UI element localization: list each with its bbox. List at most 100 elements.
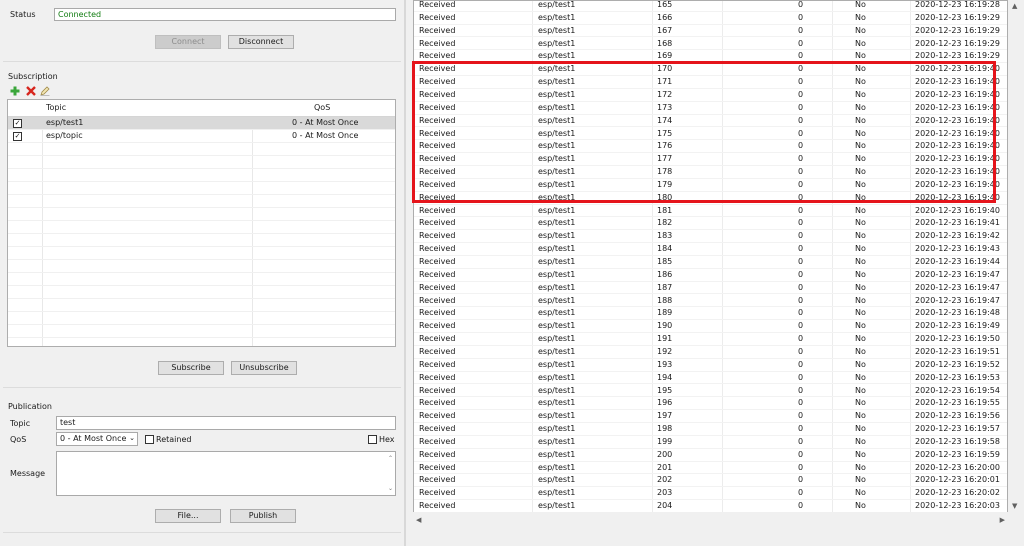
qos-cell: 0 — [798, 334, 804, 344]
delete-icon[interactable] — [26, 86, 36, 96]
subscription-table: Topic QoS ✓ esp/test1 0 - At Most Once ✓… — [7, 99, 396, 347]
retained-cell: No — [855, 488, 866, 498]
connect-button[interactable]: Connect — [155, 35, 221, 49]
direction-cell: Received — [419, 102, 456, 112]
retained-cell: No — [855, 0, 866, 9]
message-row[interactable]: Received esp/test1 202 0 No 2020-12-23 16:20:… — [414, 474, 1007, 488]
scroll-up-icon[interactable]: ▲ — [1012, 2, 1017, 10]
timestamp-cell: 2020-12-23 16:19:59 — [915, 449, 1000, 459]
retained-cell: No — [855, 462, 866, 472]
retained-cell: No — [855, 154, 866, 164]
publish-button[interactable]: Publish — [230, 509, 296, 523]
file-button[interactable]: File... — [155, 509, 221, 523]
checkbox[interactable]: ✓ — [13, 119, 22, 128]
message-row[interactable]: Received esp/test1 193 0 No 2020-12-23 16:19:… — [414, 359, 1007, 372]
timestamp-cell: 2020-12-23 16:19:52 — [915, 359, 1000, 369]
message-row[interactable]: Received esp/test1 177 0 No 2020-12-23 16:19:… — [414, 153, 1007, 166]
message-row[interactable]: Received esp/test1 190 0 No 2020-12-23 16:19:… — [414, 320, 1007, 334]
message-row[interactable]: Received esp/test1 188 0 No 2020-12-23 16:19:… — [414, 295, 1007, 308]
qos-cell: 0 — [798, 501, 804, 511]
message-row[interactable]: Received esp/test1 173 0 No 2020-12-23 16:19:… — [414, 102, 1007, 115]
qos-column-header[interactable]: QoS — [314, 102, 330, 114]
subscribe-button[interactable]: Subscribe — [158, 361, 224, 375]
message-row[interactable]: Received esp/test1 183 0 No 2020-12-23 16:19:… — [414, 230, 1007, 244]
message-id-cell: 199 — [657, 436, 673, 446]
message-row[interactable]: Received esp/test1 186 0 No 2020-12-23 16:19:… — [414, 269, 1007, 282]
message-textarea[interactable]: ⌃ ⌄ — [56, 451, 396, 496]
qos-cell: 0 — [798, 449, 804, 459]
message-id-cell: 188 — [657, 295, 673, 305]
add-icon[interactable] — [10, 86, 20, 96]
qos-cell: 0 — [798, 154, 804, 164]
message-row[interactable]: Received esp/test1 203 0 No 2020-12-23 16:20:… — [414, 487, 1007, 501]
retained-cell: No — [855, 179, 866, 189]
message-row[interactable]: Received esp/test1 195 0 No 2020-12-23 16:19:… — [414, 385, 1007, 398]
message-row[interactable]: Received esp/test1 185 0 No 2020-12-23 16:19:… — [414, 256, 1007, 269]
direction-cell: Received — [419, 77, 456, 87]
timestamp-cell: 2020-12-23 16:19:42 — [915, 231, 1000, 241]
message-row[interactable]: Received esp/test1 187 0 No 2020-12-23 16:19:… — [414, 282, 1007, 295]
message-row[interactable]: Received esp/test1 201 0 No 2020-12-23 16:20:… — [414, 462, 1007, 475]
message-row[interactable]: Received esp/test1 175 0 No 2020-12-23 16:19:… — [414, 128, 1007, 141]
message-row[interactable]: Received esp/test1 174 0 No 2020-12-23 16:19:… — [414, 115, 1007, 128]
direction-cell: Received — [419, 321, 456, 331]
edit-icon[interactable] — [40, 86, 50, 96]
vertical-scrollbar[interactable]: ▲ ▼ — [1008, 0, 1024, 512]
disconnect-button[interactable]: Disconnect — [228, 35, 294, 49]
qos-select[interactable]: 0 - At Most Once ⌄ — [56, 432, 138, 446]
message-row[interactable]: Received esp/test1 179 0 No 2020-12-23 16:19:… — [414, 179, 1007, 192]
splitter[interactable] — [404, 0, 406, 546]
timestamp-cell: 2020-12-23 16:19:29 — [915, 25, 1000, 35]
timestamp-cell: 2020-12-23 16:19:40 — [915, 128, 1000, 138]
message-row[interactable]: Received esp/test1 199 0 No 2020-12-23 16:19:… — [414, 436, 1007, 449]
divider — [3, 532, 401, 533]
message-row[interactable]: Received esp/test1 198 0 No 2020-12-23 16:19:… — [414, 423, 1007, 436]
message-row[interactable]: Received esp/test1 197 0 No 2020-12-23 16:19:… — [414, 410, 1007, 423]
message-row[interactable]: Received esp/test1 192 0 No 2020-12-23 16:19:… — [414, 346, 1007, 359]
message-row[interactable]: Received esp/test1 180 0 No 2020-12-23 16:19:… — [414, 192, 1007, 205]
checkbox[interactable]: ✓ — [13, 132, 22, 141]
subscription-topic: esp/topic — [46, 131, 83, 140]
message-row[interactable]: Received esp/test1 184 0 No 2020-12-23 16:19:… — [414, 243, 1007, 256]
topic-cell: esp/test1 — [538, 501, 576, 511]
subscription-row[interactable]: ✓ esp/test1 0 - At Most Once — [8, 117, 395, 130]
scroll-right-icon[interactable]: ▶ — [1000, 516, 1005, 524]
timestamp-cell: 2020-12-23 16:19:40 — [915, 89, 1000, 99]
message-row[interactable]: Received esp/test1 170 0 No 2020-12-23 16:19:… — [414, 63, 1007, 77]
timestamp-cell: 2020-12-23 16:19:29 — [915, 12, 1000, 22]
message-row[interactable]: Received esp/test1 172 0 No 2020-12-23 16:19:… — [414, 89, 1007, 102]
scroll-left-icon[interactable]: ◀ — [416, 516, 421, 524]
publish-topic-input[interactable]: test — [56, 416, 396, 430]
qos-cell: 0 — [798, 89, 804, 99]
message-row[interactable]: Received esp/test1 196 0 No 2020-12-23 16:19:… — [414, 397, 1007, 411]
scroll-down-icon[interactable]: ⌄ — [388, 483, 393, 494]
message-row[interactable]: Received esp/test1 178 0 No 2020-12-23 16:19:… — [414, 166, 1007, 179]
message-row[interactable]: Received esp/test1 166 0 No 2020-12-23 16:19:… — [414, 12, 1007, 25]
qos-cell: 0 — [798, 424, 804, 434]
unsubscribe-button[interactable]: Unsubscribe — [231, 361, 297, 375]
message-row[interactable]: Received esp/test1 169 0 No 2020-12-23 16:19:… — [414, 50, 1007, 64]
retained-checkbox[interactable] — [145, 435, 154, 444]
horizontal-scrollbar[interactable]: ◀ ▶ — [413, 512, 1008, 529]
topic-column-header[interactable]: Topic — [46, 102, 66, 114]
scroll-up-icon[interactable]: ⌃ — [388, 453, 393, 464]
message-row[interactable]: Received esp/test1 182 0 No 2020-12-23 16:19:… — [414, 217, 1007, 231]
message-row[interactable]: Received esp/test1 194 0 No 2020-12-23 16:19:… — [414, 372, 1007, 385]
subscription-row[interactable]: ✓ esp/topic 0 - At Most Once — [8, 130, 395, 143]
message-row[interactable]: Received esp/test1 176 0 No 2020-12-23 16:19:… — [414, 140, 1007, 154]
message-row[interactable]: Received esp/test1 168 0 No 2020-12-23 16:19:… — [414, 38, 1007, 51]
message-row[interactable]: Received esp/test1 181 0 No 2020-12-23 16:19:… — [414, 205, 1007, 218]
hex-checkbox[interactable] — [368, 435, 377, 444]
empty-row — [8, 156, 395, 169]
direction-cell: Received — [419, 115, 456, 125]
message-row[interactable]: Received esp/test1 167 0 No 2020-12-23 16:19:… — [414, 25, 1007, 38]
message-row[interactable]: Received esp/test1 200 0 No 2020-12-23 16:19:… — [414, 449, 1007, 462]
qos-cell: 0 — [798, 385, 804, 395]
empty-row — [8, 143, 395, 156]
scroll-down-icon[interactable]: ▼ — [1012, 502, 1017, 510]
message-row[interactable]: Received esp/test1 189 0 No 2020-12-23 16:19:… — [414, 307, 1007, 321]
timestamp-cell: 2020-12-23 16:19:29 — [915, 38, 1000, 48]
message-row[interactable]: Received esp/test1 165 0 No 2020-12-23 16:19:… — [414, 0, 1007, 12]
message-row[interactable]: Received esp/test1 191 0 No 2020-12-23 16:19:… — [414, 333, 1007, 346]
message-row[interactable]: Received esp/test1 171 0 No 2020-12-23 16:19:… — [414, 76, 1007, 89]
